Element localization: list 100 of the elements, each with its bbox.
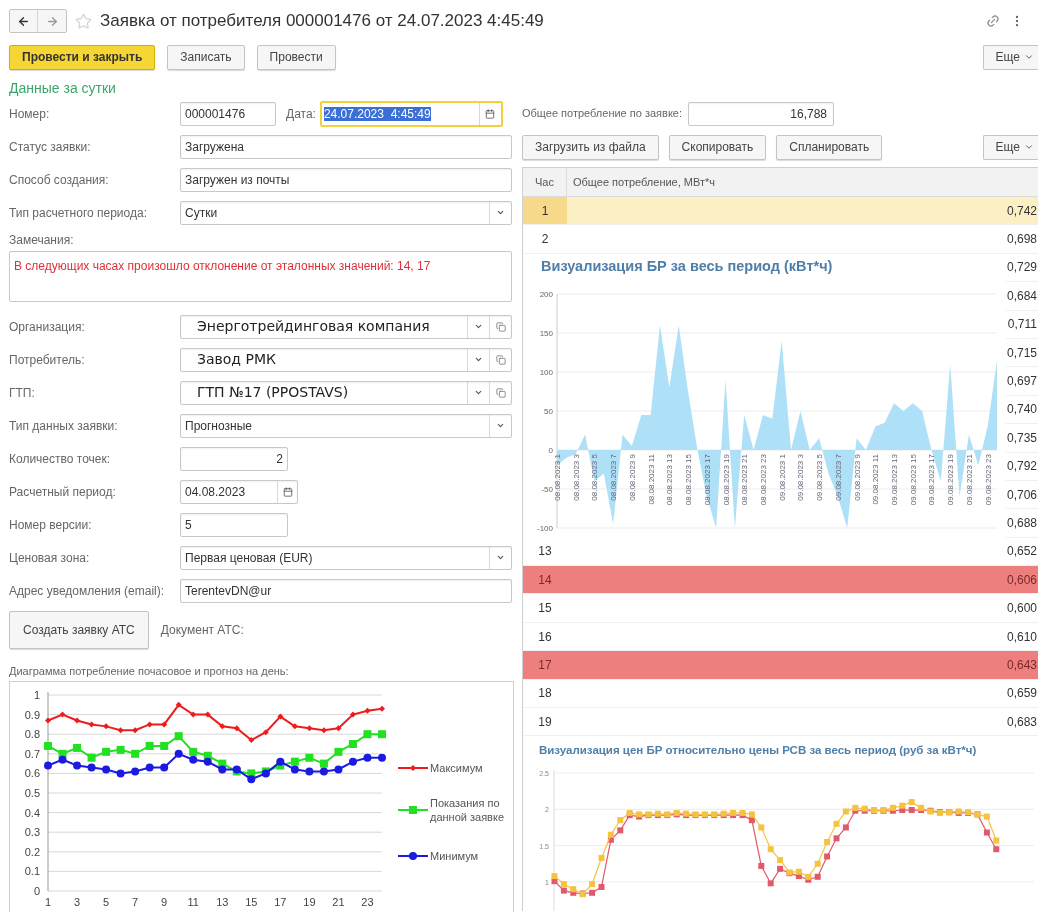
table-cell-text: 0,683 xyxy=(1006,713,1037,731)
axis-label: 0.4 xyxy=(24,806,40,819)
axis-label: 150 xyxy=(539,329,553,338)
axis-label: 15 xyxy=(245,896,258,908)
field-label: Тип расчетного периода: xyxy=(9,204,148,222)
axis-label: 50 xyxy=(544,407,553,416)
axis-label: 09.08.2023 3 xyxy=(796,454,806,501)
chart-caption: Диаграмма потребление почасовое и прогноз на день: xyxy=(9,664,290,679)
axis-label: 0.8 xyxy=(24,728,40,741)
axis-label: 5 xyxy=(103,896,110,908)
axis-label: 08.08.2023 15 xyxy=(684,454,694,506)
field-label: Тип данных заявки: xyxy=(9,417,119,435)
axis-label: 0 xyxy=(548,446,553,455)
field-label: Потребитель: xyxy=(9,351,86,369)
axis-label: 13 xyxy=(216,896,229,908)
total-field: 16,788 xyxy=(688,101,834,126)
section-title: Данные за сутки xyxy=(9,80,117,97)
axis-label: 09.08.2023 19 xyxy=(946,454,956,506)
field-label: Адрес уведомления (email): xyxy=(9,582,166,600)
axis-label: 09.08.2023 1 xyxy=(777,454,787,501)
axis-label: 09.08.2023 15 xyxy=(908,454,918,506)
axis-label: 08.08.2023 5 xyxy=(590,454,600,501)
axis-label: 09.08.2023 21 xyxy=(964,454,974,506)
table-cell-text: 13 xyxy=(538,543,552,561)
axis-label: 0.7 xyxy=(24,747,40,760)
field-label: Документ АТС: xyxy=(160,622,244,639)
axis-label: 08.08.2023 3 xyxy=(571,454,581,501)
field-label: Ценовая зона: xyxy=(9,549,91,567)
axis-label: 100 xyxy=(539,368,553,377)
field-label: Замечания: xyxy=(9,232,75,249)
table-cell-text: 0,652 xyxy=(1006,543,1037,561)
table-cell-text: 0,643 xyxy=(1006,656,1037,674)
axis-label: 09.08.2023 23 xyxy=(983,454,993,506)
column-header: Час xyxy=(523,168,567,196)
field-label: Расчетный период: xyxy=(9,483,117,501)
axis-label: 23 xyxy=(361,896,374,908)
column-header: Общее потребление, МВт*ч xyxy=(572,174,717,190)
axis-label: 0.3 xyxy=(24,826,40,839)
axis-label: 08.08.2023 7 xyxy=(609,454,619,501)
axis-label: 0.6 xyxy=(24,767,40,780)
table-cell-text: 15 xyxy=(538,600,552,618)
table-cell-text: 0,742 xyxy=(1006,202,1037,220)
field-label: Статус заявки: xyxy=(9,138,92,156)
axis-label: 08.08.2023 9 xyxy=(627,454,637,501)
axis-label: 09.08.2023 13 xyxy=(890,454,899,506)
chart-title: Визуализация БР за весь период (кВт*ч) xyxy=(540,257,834,274)
axis-label: 08.08.2023 17 xyxy=(702,454,712,506)
axis-label: 3 xyxy=(74,896,81,908)
axis-label: 09.08.2023 11 xyxy=(871,454,881,505)
table-cell-text: 0,606 xyxy=(1006,571,1037,589)
axis-label: 0.5 xyxy=(24,787,40,799)
axis-label: 08.08.2023 19 xyxy=(721,454,731,506)
axis-label: 21 xyxy=(332,896,345,908)
chart-title: Визуализация цен БР относительно цены РСВ за весь период (руб за кВт*ч) xyxy=(538,743,978,758)
field-label: Номер версии: xyxy=(9,516,93,534)
axis-label: 17 xyxy=(274,896,287,908)
table-cell-text: 0,600 xyxy=(1006,600,1037,618)
axis-label: -50 xyxy=(541,485,553,494)
table-cell-text: 14 xyxy=(538,571,552,589)
axis-label: 08.08.2023 1 xyxy=(553,454,562,501)
legend-label: Максимум xyxy=(430,761,483,775)
axis-label: 0.2 xyxy=(24,845,40,858)
field-label: ГТП: xyxy=(9,384,36,402)
field-label: Номер: xyxy=(9,105,51,123)
field-label: Количество точек: xyxy=(9,450,112,468)
axis-label: 0 xyxy=(33,885,40,897)
axis-label: 09.08.2023 9 xyxy=(852,454,862,501)
table-cell-text: 0,659 xyxy=(1006,685,1037,703)
axis-label: 08.08.2023 13 xyxy=(665,454,675,506)
table-cell-text: 1 xyxy=(541,202,549,220)
axis-label: 11 xyxy=(187,896,199,908)
table-cell-text: 2 xyxy=(541,231,549,249)
window-title: Заявка от потребителя 000001476 от 24.07.2023 4:45:49 xyxy=(100,10,544,33)
axis-label: 7 xyxy=(132,896,139,908)
axis-label: 09.08.2023 7 xyxy=(833,454,843,501)
table-cell-text: 0,698 xyxy=(1006,231,1037,249)
field-label: Способ создания: xyxy=(9,171,110,189)
axis-label: 200 xyxy=(539,290,553,299)
axis-label: 0.1 xyxy=(24,865,40,878)
axis-label: 08.08.2023 11 xyxy=(646,454,656,505)
field-label: Организация: xyxy=(9,318,86,336)
axis-label: 09.08.2023 17 xyxy=(927,454,937,506)
table-cell-text: 18 xyxy=(538,685,552,703)
legend-label: Показания по данной заявке xyxy=(430,796,506,824)
axis-label: 09.08.2023 5 xyxy=(815,454,825,501)
table-cell-text: 0,610 xyxy=(1006,628,1037,646)
axis-label: 08.08.2023 21 xyxy=(740,454,750,506)
table-cell-text: 17 xyxy=(538,656,552,674)
table-cell-text: 19 xyxy=(538,713,552,731)
axis-label: 1 xyxy=(44,896,52,908)
table-cell-text: 16 xyxy=(538,628,552,646)
field-label: Общее потребление по заявке: xyxy=(522,106,682,122)
axis-label: 0.9 xyxy=(24,708,40,721)
legend-label: Минимум xyxy=(430,849,479,863)
axis-label: 08.08.2023 23 xyxy=(758,454,768,506)
axis-label: 19 xyxy=(303,896,316,908)
axis-label: 9 xyxy=(161,896,168,908)
field-label: Дата: xyxy=(286,105,316,123)
axis-label: 1 xyxy=(33,689,40,701)
axis-label: -100 xyxy=(537,524,553,533)
